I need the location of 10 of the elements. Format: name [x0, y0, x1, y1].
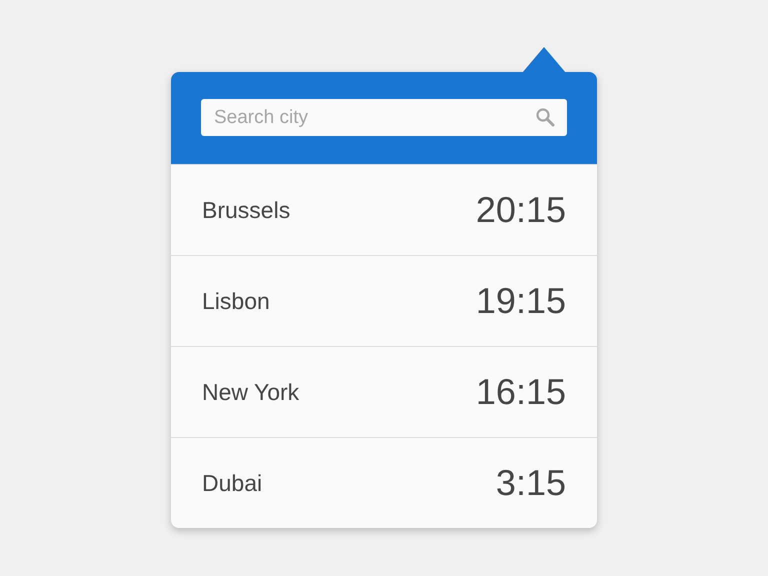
city-name: Lisbon [202, 288, 270, 314]
city-time: 19:15 [476, 280, 566, 322]
city-time: 20:15 [476, 189, 566, 231]
city-name: Brussels [202, 196, 290, 224]
city-name: New York [202, 378, 300, 406]
city-name: Dubai [202, 470, 262, 496]
city-time: 16:15 [476, 371, 566, 413]
search-icon[interactable] [535, 107, 555, 127]
search-field[interactable]: Search city [201, 99, 567, 136]
city-time: 3:15 [496, 462, 566, 504]
